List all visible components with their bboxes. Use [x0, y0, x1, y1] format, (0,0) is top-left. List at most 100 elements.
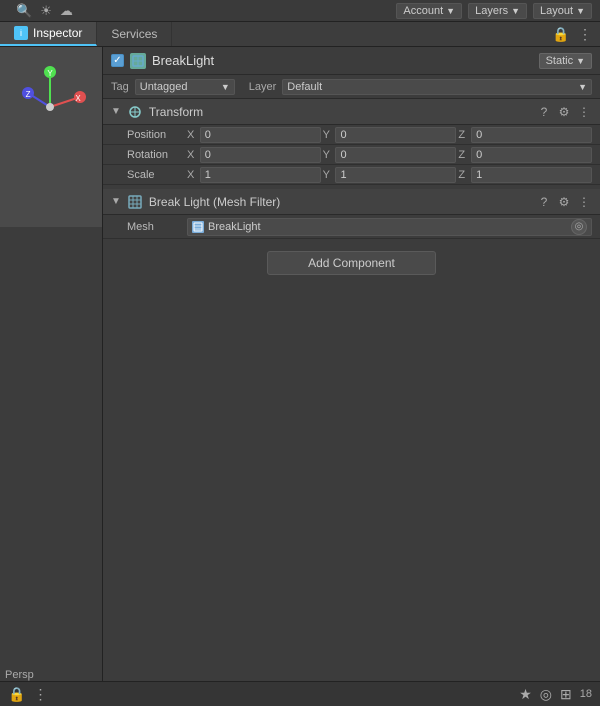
persp-label: Persp: [5, 669, 34, 681]
rotation-x-letter: X: [187, 149, 198, 161]
tag-select[interactable]: Untagged ▼: [135, 79, 235, 95]
add-component-button[interactable]: Add Component: [267, 251, 436, 275]
mesh-filter-help-btn[interactable]: ?: [536, 194, 552, 210]
mesh-filter-title: Break Light (Mesh Filter): [149, 195, 530, 209]
transform-help-btn[interactable]: ?: [536, 104, 552, 120]
mesh-value-name: BreakLight: [208, 221, 567, 233]
transform-actions: ? ⚙ ⋮: [536, 104, 592, 120]
rotation-row: Rotation X 0 Y 0 Z 0: [103, 145, 600, 165]
scale-row: Scale X 1 Y 1 Z 1: [103, 165, 600, 185]
rotation-y-field: Y 0: [323, 147, 457, 163]
main-area: X Y Z Persp ✓: [0, 47, 600, 681]
layers-button[interactable]: Layers ▼: [468, 3, 527, 19]
lock-tab-icon[interactable]: 🔒: [552, 25, 570, 43]
object-header: ✓ BreakLight Static ▼: [103, 47, 600, 75]
transform-menu-btn[interactable]: ⋮: [576, 104, 592, 120]
tag-value: Untagged: [140, 81, 188, 93]
static-dropdown-arrow: ▼: [576, 56, 585, 66]
scale-y-input[interactable]: 1: [335, 167, 456, 183]
mesh-filter-collapse-icon: ▼: [111, 196, 121, 207]
scale-z-letter: Z: [458, 169, 469, 181]
mesh-field-label: Mesh: [127, 221, 187, 233]
layers-label: Layers: [475, 5, 508, 17]
svg-text:Z: Z: [26, 90, 31, 99]
mesh-filter-icon: [127, 194, 143, 210]
layout-dropdown-arrow: ▼: [576, 6, 585, 16]
transform-icon: [127, 104, 143, 120]
viewport-panel: X Y Z Persp: [0, 47, 103, 681]
scale-x-input[interactable]: 1: [200, 167, 321, 183]
add-component-area: Add Component: [103, 239, 600, 287]
transform-settings-btn[interactable]: ⚙: [556, 104, 572, 120]
search-icon[interactable]: 🔍: [16, 3, 32, 19]
svg-text:Y: Y: [47, 69, 53, 78]
checkmark-icon: ✓: [113, 55, 121, 66]
rotation-z-input[interactable]: 0: [471, 147, 592, 163]
layer-select[interactable]: Default ▼: [282, 79, 592, 95]
layers-bottom-icon[interactable]: ⊞: [560, 686, 572, 703]
mesh-value-container: BreakLight ◎: [187, 218, 592, 236]
top-bar: 🔍 ☀ ☁ Account ▼ Layers ▼ Layout ▼: [0, 0, 600, 22]
tab-services[interactable]: Services: [97, 22, 172, 46]
more-options-icon[interactable]: ⋮: [576, 25, 594, 43]
cloud-icon[interactable]: ☁: [60, 3, 73, 19]
position-z-field: Z 0: [458, 127, 592, 143]
position-z-input[interactable]: 0: [471, 127, 592, 143]
tag-dropdown-arrow: ▼: [221, 82, 230, 92]
mesh-filter-actions: ? ⚙ ⋮: [536, 194, 592, 210]
star-bottom-icon[interactable]: ★: [519, 686, 532, 703]
rotation-y-input[interactable]: 0: [335, 147, 456, 163]
scale-x-field: X 1: [187, 167, 321, 183]
mesh-row: Mesh BreakLight ◎: [103, 215, 600, 239]
rotation-x-input[interactable]: 0: [200, 147, 321, 163]
rotation-z-field: Z 0: [458, 147, 592, 163]
scale-y-field: Y 1: [323, 167, 457, 183]
layout-label: Layout: [540, 5, 573, 17]
account-button[interactable]: Account ▼: [396, 3, 462, 19]
scale-y-letter: Y: [323, 169, 334, 181]
transform-header[interactable]: ▼ Transform ? ⚙ ⋮: [103, 99, 600, 125]
mesh-filter-header[interactable]: ▼ Break Light (Mesh Filter) ? ⚙ ⋮: [103, 189, 600, 215]
layout-button[interactable]: Layout ▼: [533, 3, 592, 19]
scale-z-field: Z 1: [458, 167, 592, 183]
static-label: Static: [546, 55, 574, 67]
menu-bottom-icon[interactable]: ⋮: [33, 686, 47, 703]
target-bottom-icon[interactable]: ◎: [540, 686, 552, 703]
scale-x-letter: X: [187, 169, 198, 181]
static-button[interactable]: Static ▼: [539, 53, 592, 69]
layer-dropdown-arrow: ▼: [578, 82, 587, 92]
tab-bar-actions: 🔒 ⋮: [552, 22, 600, 46]
tag-label: Tag: [111, 81, 129, 93]
transform-title: Transform: [149, 105, 530, 119]
mesh-filter-settings-btn[interactable]: ⚙: [556, 194, 572, 210]
account-label: Account: [403, 5, 443, 17]
object-name: BreakLight: [152, 53, 533, 68]
tag-layer-row: Tag Untagged ▼ Layer Default ▼: [103, 75, 600, 99]
position-x-input[interactable]: 0: [200, 127, 321, 143]
position-x-letter: X: [187, 129, 198, 141]
object-icon: [130, 53, 146, 69]
position-label: Position: [127, 129, 187, 141]
rotation-xyz: X 0 Y 0 Z 0: [187, 147, 592, 163]
position-row: Position X 0 Y 0 Z 0: [103, 125, 600, 145]
services-tab-label: Services: [111, 27, 157, 41]
active-checkbox[interactable]: ✓: [111, 54, 124, 67]
layers-dropdown-arrow: ▼: [511, 6, 520, 16]
position-x-field: X 0: [187, 127, 321, 143]
rotation-x-field: X 0: [187, 147, 321, 163]
3d-viewport[interactable]: X Y Z: [0, 47, 102, 227]
rotation-y-letter: Y: [323, 149, 334, 161]
position-y-input[interactable]: 0: [335, 127, 456, 143]
lock-bottom-icon[interactable]: 🔒: [8, 686, 25, 703]
scale-label: Scale: [127, 169, 187, 181]
tab-inspector[interactable]: i Inspector: [0, 22, 97, 46]
scale-z-input[interactable]: 1: [471, 167, 592, 183]
sun-icon[interactable]: ☀: [40, 3, 52, 19]
rotation-label: Rotation: [127, 149, 187, 161]
transform-collapse-icon: ▼: [111, 106, 121, 117]
svg-text:X: X: [75, 94, 81, 103]
mesh-filter-menu-btn[interactable]: ⋮: [576, 194, 592, 210]
bottom-bar: 🔒 ⋮ ★ ◎ ⊞ 18: [0, 681, 600, 706]
checkbox-active: ✓: [111, 54, 124, 67]
mesh-target-button[interactable]: ◎: [571, 219, 587, 235]
